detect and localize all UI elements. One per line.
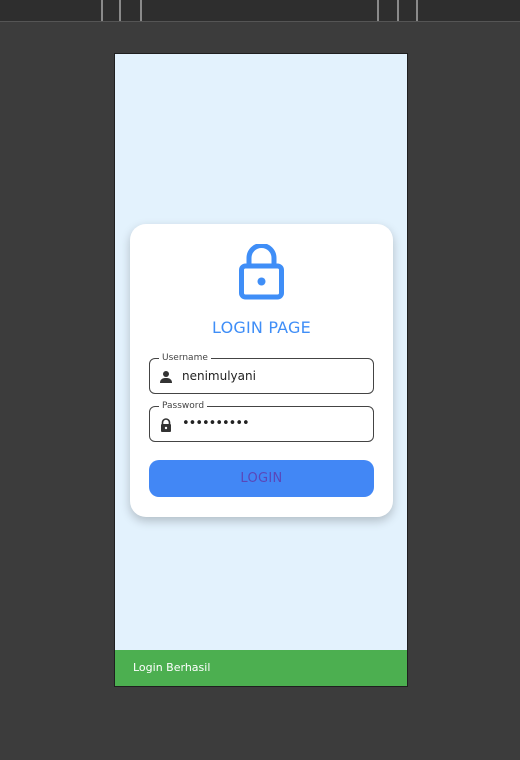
username-input[interactable]: nenimulyani [182, 369, 256, 384]
phone-screen: LOGIN PAGE Username nenimulyani Password… [114, 53, 408, 687]
toolbar-divider [416, 0, 418, 21]
login-button[interactable]: LOGIN [149, 460, 374, 497]
login-card: LOGIN PAGE Username nenimulyani Password… [130, 224, 393, 517]
password-field[interactable]: Password •••••••••• [149, 400, 374, 442]
snackbar-message: Login Berhasil [133, 661, 211, 674]
toolbar-divider [140, 0, 142, 21]
toolbar-divider [377, 0, 379, 21]
password-input[interactable]: •••••••••• [182, 416, 250, 431]
toolbar-divider [119, 0, 121, 21]
lock-small-icon [161, 418, 171, 432]
password-label: Password [159, 400, 208, 412]
toolbar-divider [101, 0, 103, 21]
username-label: Username [159, 352, 211, 364]
toolbar-divider [397, 0, 399, 21]
page-title: LOGIN PAGE [212, 318, 311, 337]
lock-icon [239, 244, 284, 300]
username-field[interactable]: Username nenimulyani [149, 352, 374, 394]
top-toolbar [0, 0, 520, 22]
snackbar: Login Berhasil [115, 650, 407, 686]
person-icon [160, 371, 172, 383]
